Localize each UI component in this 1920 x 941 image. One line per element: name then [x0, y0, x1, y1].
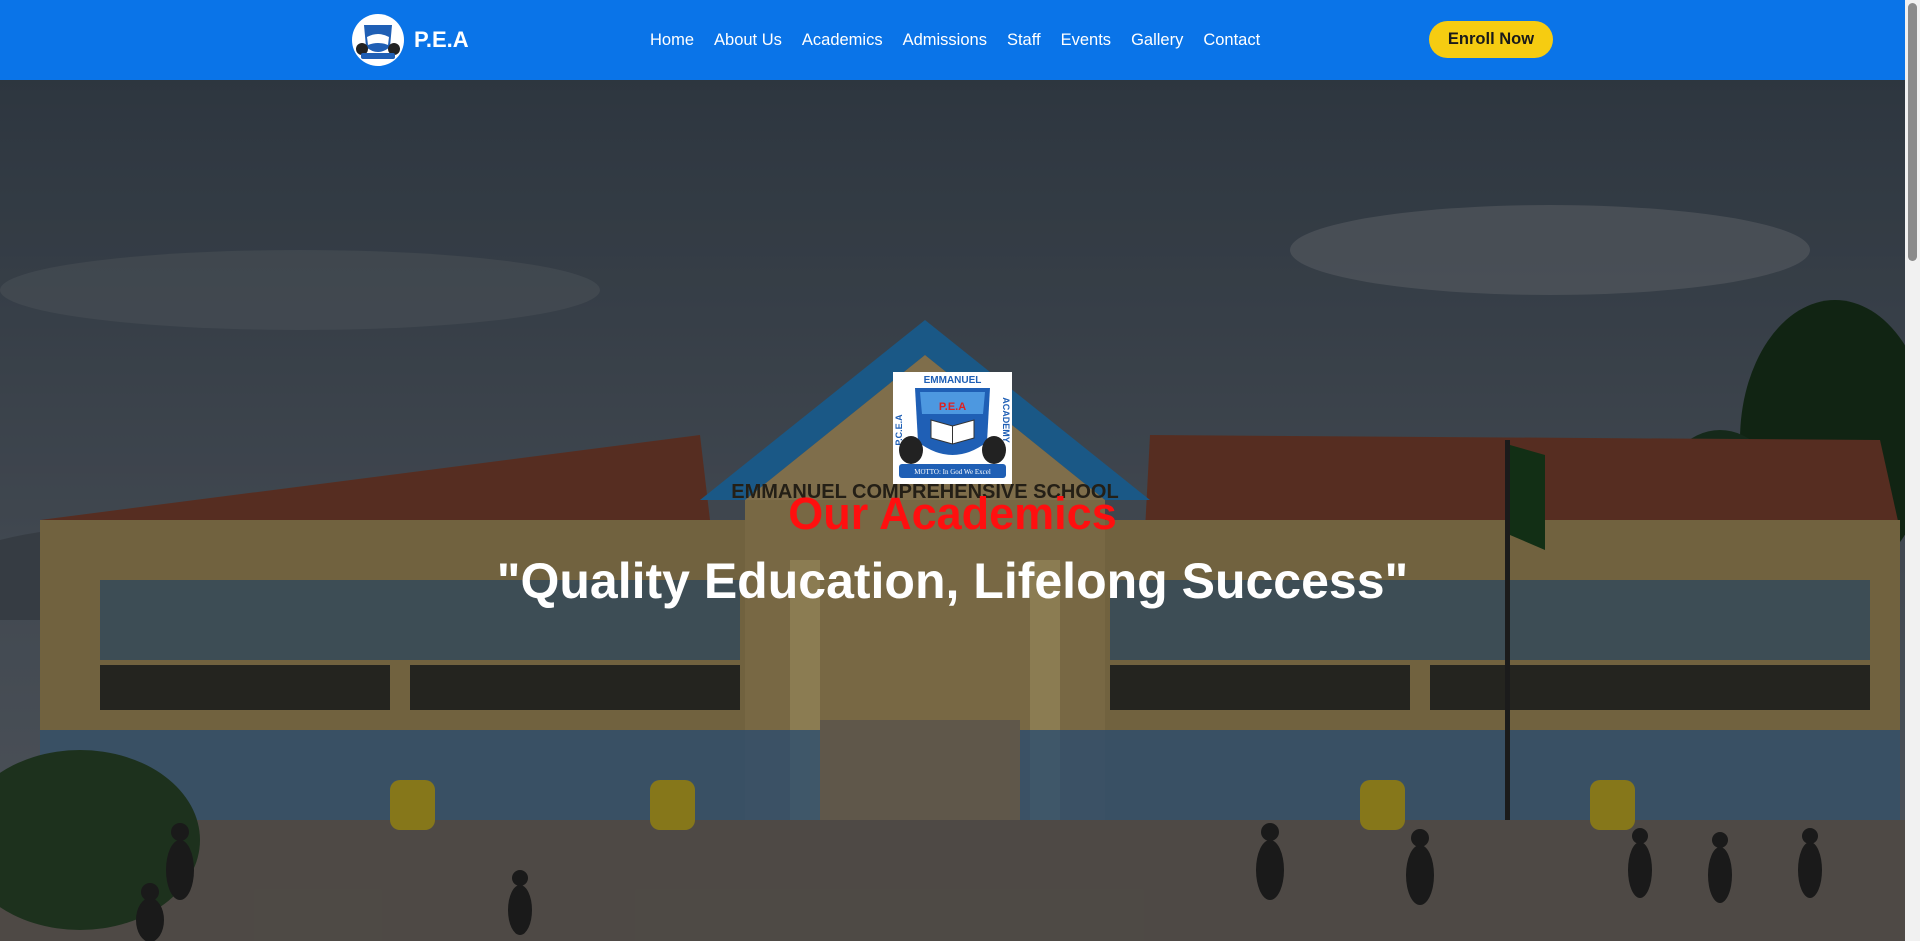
- hero-tagline: "Quality Education, Lifelong Success": [496, 553, 1409, 609]
- nav-home[interactable]: Home: [650, 31, 694, 50]
- school-logo-icon: [352, 14, 404, 66]
- nav-academics[interactable]: Academics: [802, 31, 883, 50]
- brand-link[interactable]: P.E.A: [352, 14, 469, 66]
- nav-staff[interactable]: Staff: [1007, 31, 1041, 50]
- nav-events[interactable]: Events: [1061, 31, 1111, 50]
- nav-links: Home About Us Academics Admissions Staff…: [650, 0, 1280, 80]
- nav-about-us[interactable]: About Us: [714, 31, 782, 50]
- school-crest-image: EMMANUEL P.C.E.A ACADEMY P.E.A MOTTO: In…: [893, 372, 1012, 484]
- top-navbar: P.E.A Home About Us Academics Admissions…: [0, 0, 1905, 80]
- page-scrollbar[interactable]: [1905, 0, 1920, 941]
- enroll-now-button[interactable]: Enroll Now: [1429, 21, 1553, 58]
- hero-title: Our Academics: [788, 488, 1117, 539]
- crest-top-text: EMMANUEL: [924, 375, 982, 386]
- crest-right-text: ACADEMY: [1001, 397, 1011, 443]
- nav-contact[interactable]: Contact: [1203, 31, 1260, 50]
- nav-gallery[interactable]: Gallery: [1131, 31, 1183, 50]
- crest-center-text: P.E.A: [939, 401, 966, 413]
- scrollbar-thumb[interactable]: [1908, 3, 1917, 261]
- brand-name: P.E.A: [414, 27, 469, 52]
- crest-motto-text: MOTTO: In God We Excel: [914, 468, 991, 476]
- nav-admissions[interactable]: Admissions: [903, 31, 987, 50]
- hero-section: EMMANUEL COMPREHENSIVE SCHOOL EMMANUEL P…: [0, 80, 1905, 941]
